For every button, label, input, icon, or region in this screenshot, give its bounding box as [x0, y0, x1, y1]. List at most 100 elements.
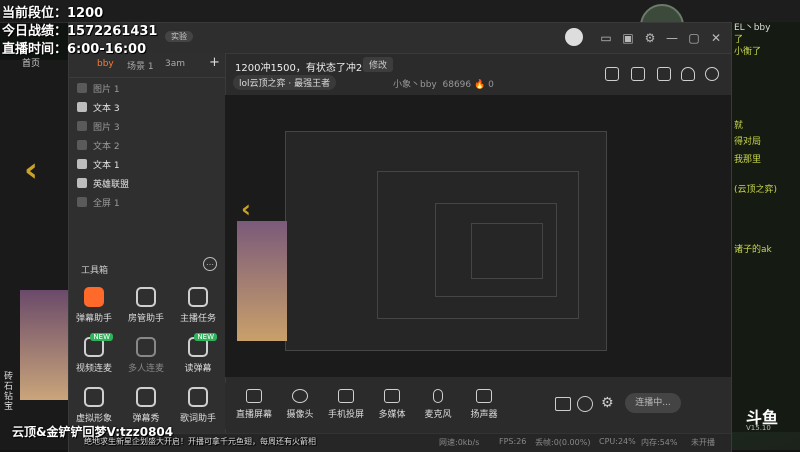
tool-video-link[interactable]: NEW 视频连麦	[69, 333, 119, 374]
lyrics-icon	[188, 387, 208, 407]
window-titlebar: 实验 ▭ ▣ ⚙ — ▢ ✕	[69, 23, 731, 54]
tool-label: 主播任务	[179, 314, 216, 324]
tab-scene-3am[interactable]: 3am	[165, 59, 185, 69]
chat-line: 诸子的ak	[734, 245, 772, 255]
tool-label: 视频连麦	[75, 364, 112, 374]
prev-arrow-icon[interactable]: ‹	[24, 150, 38, 190]
screen-share-icon	[246, 389, 262, 403]
preview-toggle-icon[interactable]	[577, 396, 593, 412]
user-avatar[interactable]	[565, 28, 583, 46]
phone-cast-button[interactable]: 手机投屏	[321, 389, 371, 420]
layout-icon[interactable]	[657, 67, 671, 81]
home-label[interactable]: 首页	[22, 56, 40, 69]
eye-icon[interactable]	[77, 83, 87, 93]
tool-read-danmu[interactable]: NEW 读弹幕	[173, 333, 223, 374]
bottom-toolbar: 直播屏幕 摄像头 手机投屏 多媒体 麦克风 扬声器 ⚙ 连播中...	[225, 383, 731, 429]
chat-line: (云顶之弈)	[734, 185, 778, 195]
tool-label: 弹幕助手	[75, 314, 112, 324]
status-cpu: CPU:24%	[599, 437, 636, 446]
add-scene-button[interactable]: +	[209, 55, 220, 70]
record-icon[interactable]	[555, 397, 571, 411]
tool-anchor-task[interactable]: 主播任务	[173, 287, 223, 324]
preview-arrow-icon: ‹	[241, 195, 251, 223]
minimize-icon[interactable]: —	[665, 31, 679, 45]
microphone-button[interactable]: 麦克风	[413, 389, 463, 420]
new-badge: NEW	[194, 333, 217, 341]
eye-icon[interactable]	[77, 178, 87, 188]
status-live: 未开播	[691, 438, 715, 447]
tool-room-admin[interactable]: 房管助手	[121, 287, 171, 324]
tool-label: 歌词助手	[179, 414, 216, 424]
bottom-tool-label: 扬声器	[470, 410, 498, 420]
stream-left-strip: 首页 ‹ 砖石 钻宝	[0, 59, 70, 450]
edit-title-button[interactable]: 修改	[363, 57, 394, 72]
tab-scene-1[interactable]: 场景 1	[127, 59, 154, 72]
source-label: 图片 3	[93, 122, 120, 133]
close-icon[interactable]: ✕	[709, 31, 723, 45]
camera-button[interactable]: 摄像头	[275, 389, 325, 420]
source-label: 文本 2	[93, 141, 120, 152]
lock-icon[interactable]	[631, 67, 645, 81]
source-item[interactable]: 文本 3	[77, 98, 120, 116]
gift-icon[interactable]	[605, 67, 619, 81]
screen-icon[interactable]: ▭	[599, 31, 613, 45]
eye-icon[interactable]	[77, 197, 87, 207]
phone-icon	[338, 389, 354, 403]
room-id: 68696	[442, 80, 472, 90]
tool-danmu-assistant[interactable]: 弹幕助手	[69, 287, 119, 324]
douyu-version: V15.10	[746, 424, 771, 432]
window-icon[interactable]: ▣	[621, 31, 635, 45]
tool-label: 房管助手	[127, 314, 164, 324]
tool-multi-link[interactable]: 多人连麦	[121, 337, 171, 374]
source-item[interactable]: 全屏 1	[77, 193, 120, 211]
source-item[interactable]: 图片 3	[77, 117, 120, 135]
bottom-tool-label: 多媒体	[378, 410, 406, 420]
live-companion-window: 实验 ▭ ▣ ⚙ — ▢ ✕ bby 场景 1 3am + 图片 1 文本 3 …	[68, 22, 732, 452]
toolbox-more-icon[interactable]: …	[203, 257, 217, 271]
source-label: 图片 1	[93, 84, 120, 95]
source-label: 全屏 1	[93, 198, 120, 209]
beta-badge[interactable]: 实验	[165, 31, 193, 42]
sidebar: bby 场景 1 3am + 图片 1 文本 3 图片 3 文本 2 文本 1 …	[69, 53, 226, 451]
eye-icon[interactable]	[77, 159, 87, 169]
speaker-icon	[476, 389, 492, 403]
settings-icon[interactable]: ⚙	[643, 31, 657, 45]
category-pill[interactable]: lol云顶之弈 · 最强王者	[233, 75, 337, 90]
tool-danmu-show[interactable]: 弹幕秀	[121, 387, 171, 424]
danmu-icon	[84, 287, 104, 307]
status-net: 网速:0kb/s	[439, 438, 480, 447]
source-item[interactable]: 英雄联盟	[77, 174, 129, 192]
multi-link-icon	[136, 337, 156, 357]
room-title: 1200冲1500，有状态了冲2000	[235, 63, 382, 74]
speaker-button[interactable]: 扬声器	[459, 389, 509, 420]
tool-label: 多人连麦	[127, 364, 164, 374]
chat-line: 我那里	[734, 155, 762, 165]
eye-icon[interactable]	[77, 102, 87, 112]
virtual-avatar-icon	[84, 387, 104, 407]
room-meta: 小象丶bby 68696 🔥 0	[393, 80, 494, 90]
side-label-2: 钻宝	[4, 392, 14, 412]
toolbox-title: 工具箱	[81, 266, 109, 276]
stream-preview[interactable]: ‹	[225, 95, 731, 377]
camera-icon	[292, 389, 308, 403]
start-live-button[interactable]: 连播中...	[625, 393, 681, 413]
settings-gear-icon[interactable]: ⚙	[601, 395, 614, 411]
side-label[interactable]: 砖石 钻宝	[4, 372, 16, 412]
live-screen-button[interactable]: 直播屏幕	[229, 389, 279, 420]
source-item[interactable]: 文本 2	[77, 136, 120, 154]
bell-icon[interactable]	[681, 67, 695, 81]
danmu-show-icon	[136, 387, 156, 407]
source-item[interactable]: 图片 1	[77, 79, 120, 97]
tool-lyrics[interactable]: 歌词助手	[173, 387, 223, 424]
tab-scene-bby[interactable]: bby	[97, 59, 114, 69]
tool-virtual-avatar[interactable]: 虚拟形象	[69, 387, 119, 424]
source-label: 文本 1	[93, 160, 120, 171]
share-icon[interactable]	[705, 67, 719, 81]
eye-icon[interactable]	[77, 121, 87, 131]
admin-icon	[136, 287, 156, 307]
status-fps: FPS:26	[499, 437, 527, 446]
eye-icon[interactable]	[77, 140, 87, 150]
source-item[interactable]: 文本 1	[77, 155, 120, 173]
maximize-icon[interactable]: ▢	[687, 31, 701, 45]
multimedia-button[interactable]: 多媒体	[367, 389, 417, 420]
